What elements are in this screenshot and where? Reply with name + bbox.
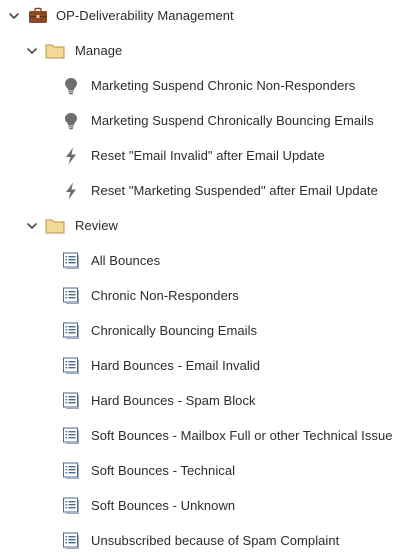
briefcase-icon bbox=[28, 7, 48, 25]
chevron-down-icon[interactable] bbox=[26, 45, 38, 57]
list-icon bbox=[61, 252, 81, 270]
item-label: Chronically Bouncing Emails bbox=[91, 323, 258, 338]
lightbulb-icon bbox=[61, 112, 81, 130]
list-icon bbox=[61, 392, 81, 410]
tree-item-smart-list[interactable]: Chronically Bouncing Emails bbox=[0, 319, 400, 343]
list-icon bbox=[61, 357, 81, 375]
folder-icon bbox=[45, 42, 65, 60]
item-label: Hard Bounces - Email Invalid bbox=[91, 358, 261, 373]
item-label: Marketing Suspend Chronically Bouncing E… bbox=[91, 113, 374, 128]
tree-folder-manage[interactable]: Manage bbox=[0, 39, 400, 63]
tree-folder-review[interactable]: Review bbox=[0, 214, 400, 238]
chevron-down-icon[interactable] bbox=[26, 220, 38, 232]
tree-item-smart-list[interactable]: Hard Bounces - Email Invalid bbox=[0, 354, 400, 378]
list-icon bbox=[61, 427, 81, 445]
item-label: Hard Bounces - Spam Block bbox=[91, 393, 256, 408]
tree-item-smart-list[interactable]: Soft Bounces - Unknown bbox=[0, 494, 400, 518]
tree-item-smart-list[interactable]: Soft Bounces - Technical bbox=[0, 459, 400, 483]
item-label: All Bounces bbox=[91, 253, 161, 268]
chevron-down-icon[interactable] bbox=[8, 10, 20, 22]
list-icon bbox=[61, 532, 81, 550]
item-label: Soft Bounces - Unknown bbox=[91, 498, 236, 513]
item-label: Marketing Suspend Chronic Non-Responders bbox=[91, 78, 356, 93]
lightbulb-icon bbox=[61, 77, 81, 95]
folder-label: Manage bbox=[75, 43, 123, 58]
lightning-icon bbox=[61, 147, 81, 165]
item-label: Reset "Email Invalid" after Email Update bbox=[91, 148, 325, 163]
list-icon bbox=[61, 287, 81, 305]
tree-item-smart-campaign[interactable]: Marketing Suspend Chronically Bouncing E… bbox=[0, 109, 400, 133]
item-label: Soft Bounces - Mailbox Full or other Tec… bbox=[91, 428, 393, 443]
tree-item-trigger-campaign[interactable]: Reset "Marketing Suspended" after Email … bbox=[0, 179, 400, 203]
root-label: OP-Deliverability Management bbox=[56, 8, 234, 23]
list-icon bbox=[61, 462, 81, 480]
list-icon bbox=[61, 322, 81, 340]
lightning-icon bbox=[61, 182, 81, 200]
tree-item-smart-list[interactable]: Unsubscribed because of Spam Complaint bbox=[0, 529, 400, 553]
item-label: Reset "Marketing Suspended" after Email … bbox=[91, 183, 378, 198]
tree-item-smart-list[interactable]: Hard Bounces - Spam Block bbox=[0, 389, 400, 413]
item-label: Chronic Non-Responders bbox=[91, 288, 239, 303]
item-label: Soft Bounces - Technical bbox=[91, 463, 236, 478]
list-icon bbox=[61, 497, 81, 515]
folder-icon bbox=[45, 217, 65, 235]
folder-label: Review bbox=[75, 218, 118, 233]
item-label: Unsubscribed because of Spam Complaint bbox=[91, 533, 340, 548]
tree-item-smart-campaign[interactable]: Marketing Suspend Chronic Non-Responders bbox=[0, 74, 400, 98]
tree-node-root[interactable]: OP-Deliverability Management bbox=[0, 4, 400, 28]
tree-item-smart-list[interactable]: All Bounces bbox=[0, 249, 400, 273]
tree-item-smart-list[interactable]: Soft Bounces - Mailbox Full or other Tec… bbox=[0, 424, 400, 448]
tree-item-smart-list[interactable]: Chronic Non-Responders bbox=[0, 284, 400, 308]
tree-item-trigger-campaign[interactable]: Reset "Email Invalid" after Email Update bbox=[0, 144, 400, 168]
